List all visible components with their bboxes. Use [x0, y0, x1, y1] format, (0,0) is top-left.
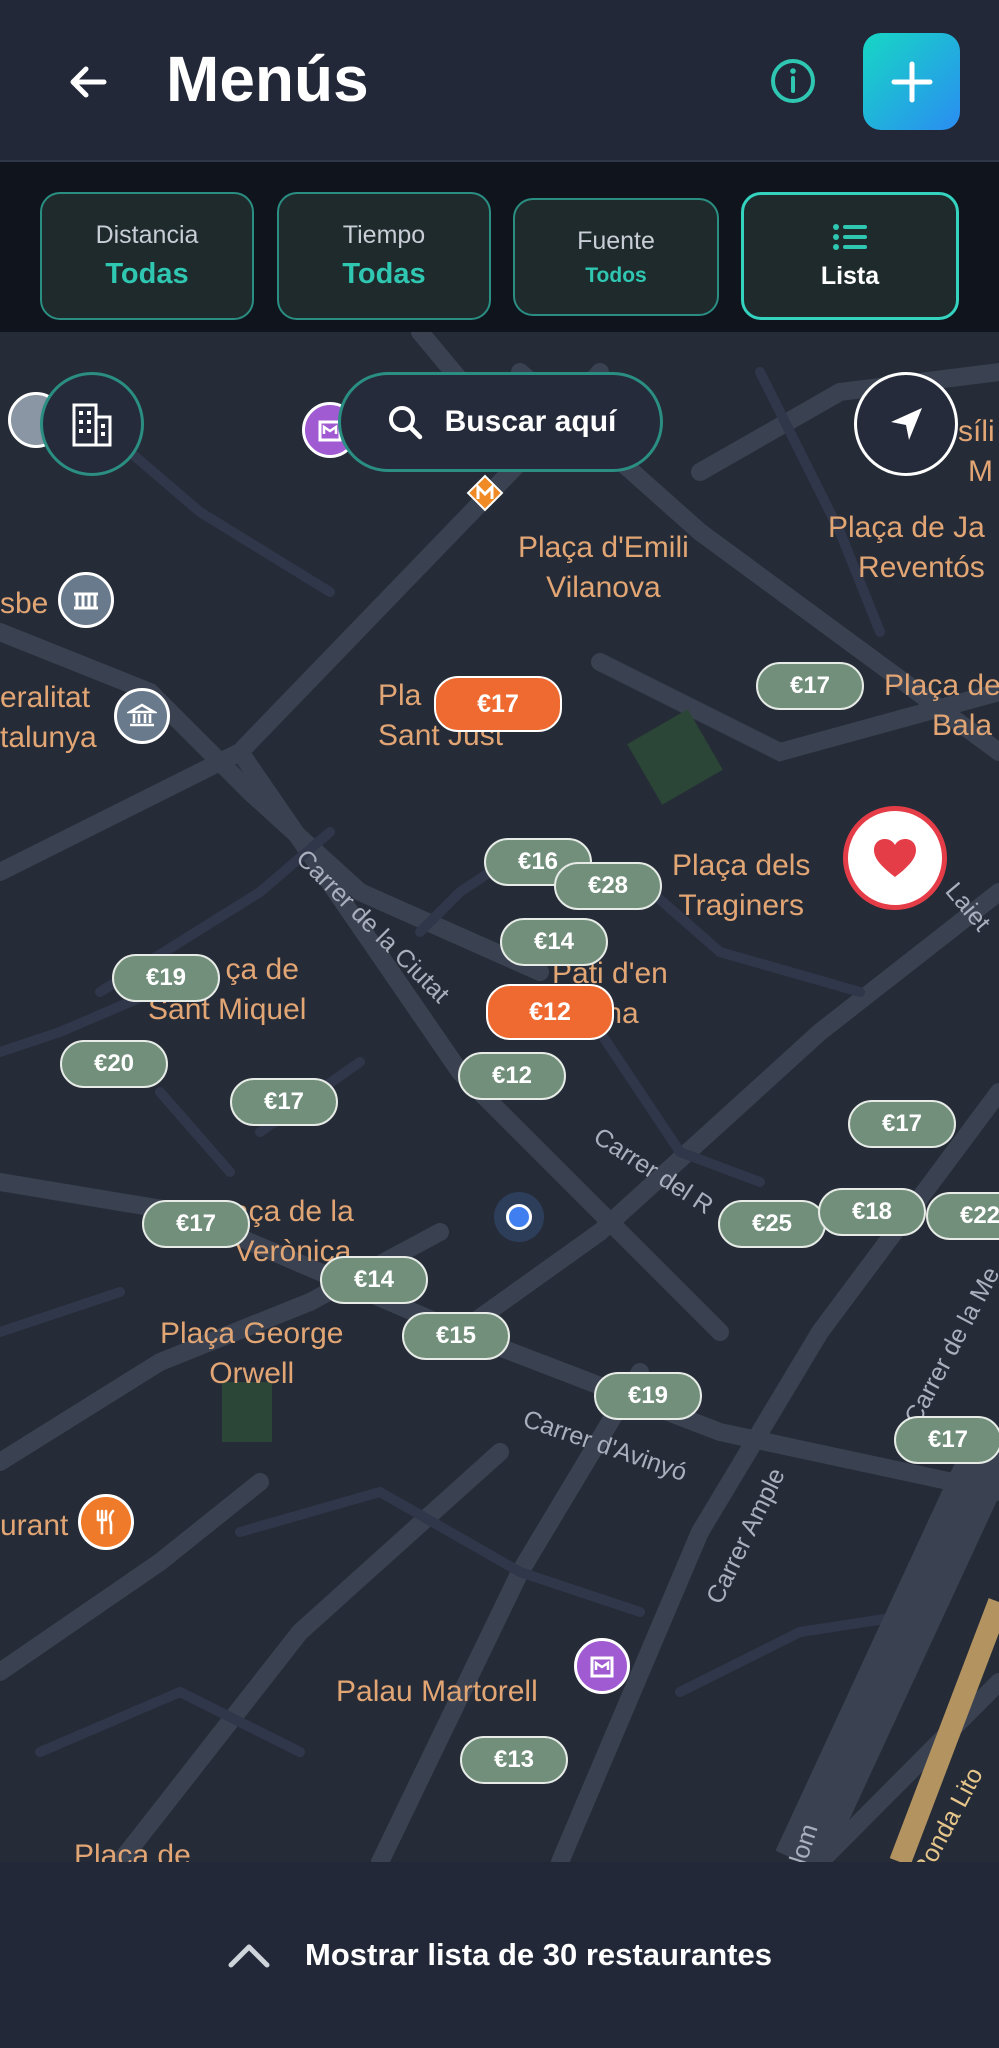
government-poi-icon[interactable] [114, 688, 170, 744]
label-placa-jaume: Plaça de Ja Reventós [828, 511, 985, 584]
filter-distance-value: Todas [105, 258, 189, 290]
label-sbe: sbe [0, 587, 49, 620]
info-icon [771, 59, 815, 103]
filter-time-label: Tiempo [342, 221, 426, 249]
filter-time-value: Todas [342, 258, 426, 290]
restaurant-poi-icon[interactable] [78, 1494, 134, 1550]
price-marker[interactable]: €14 [320, 1256, 428, 1304]
plus-icon [891, 61, 932, 102]
info-button[interactable] [768, 56, 818, 106]
filter-bar: Distancia Todas Tiempo Todas Fuente Todo… [0, 162, 999, 332]
show-list-label: Mostrar lista de 30 restaurantes [305, 1937, 772, 1972]
price-marker[interactable]: €17 [230, 1078, 338, 1126]
price-marker[interactable]: €17 [756, 662, 864, 710]
filter-time[interactable]: Tiempo Todas [277, 192, 491, 320]
filter-distance[interactable]: Distancia Todas [40, 192, 254, 320]
current-location-marker [494, 1192, 544, 1242]
price-marker[interactable]: €17 [142, 1200, 250, 1248]
price-marker-hot[interactable]: €17 [434, 676, 562, 732]
price-marker[interactable]: €20 [60, 1040, 168, 1088]
back-button[interactable] [56, 50, 120, 114]
show-list-bar[interactable]: Mostrar lista de 30 restaurantes [0, 1862, 999, 2048]
label-generalitat: eralitat talunya [0, 681, 97, 754]
label-placa-george-orwell: Plaça George Orwell [160, 1317, 344, 1390]
monument-poi-icon[interactable] [58, 572, 114, 628]
price-marker[interactable]: €19 [112, 954, 220, 1002]
heart-icon [874, 839, 916, 877]
museum-poi-palau-icon[interactable] [574, 1638, 630, 1694]
label-placa-balagueret: Plaça de Bala [884, 669, 999, 742]
building-icon [72, 403, 112, 447]
price-marker[interactable]: €14 [500, 918, 608, 966]
label-placa-emili-vilanova: Plaça d'Emili Vilanova [518, 531, 689, 604]
filter-distance-label: Distancia [95, 221, 199, 249]
price-marker[interactable]: €18 [818, 1188, 926, 1236]
label-palau-martorell: Palau Martorell [336, 1675, 538, 1708]
metro-station-icon[interactable] [466, 474, 504, 512]
chevron-up-icon [228, 1944, 270, 1968]
search-icon [388, 406, 422, 440]
price-marker[interactable]: €28 [554, 862, 662, 910]
price-marker[interactable]: €25 [718, 1200, 826, 1248]
list-view-label: Lista [820, 261, 880, 290]
label-basilica: síli M [958, 415, 995, 488]
locate-me-button[interactable] [854, 372, 958, 476]
list-icon [833, 223, 867, 250]
price-marker[interactable]: €17 [848, 1100, 956, 1148]
price-marker[interactable]: €13 [460, 1736, 568, 1784]
search-here-label: Buscar aquí [444, 405, 617, 438]
map-view[interactable]: Plaça d'Emili Vilanova Plaça de Ja Reventó… [0, 332, 999, 1862]
price-marker[interactable]: €19 [594, 1372, 702, 1420]
price-marker[interactable]: €12 [458, 1052, 566, 1100]
search-here-button[interactable]: Buscar aquí [338, 372, 663, 472]
price-marker-hot[interactable]: €12 [486, 984, 614, 1040]
favorite-button[interactable] [843, 806, 947, 910]
navigation-arrow-icon [891, 408, 922, 440]
add-button[interactable] [863, 33, 960, 130]
price-marker[interactable]: €17 [894, 1416, 999, 1464]
label-placa-traginers: Plaça dels Traginers [672, 849, 811, 922]
map-layers-button[interactable] [40, 372, 144, 476]
label-restaurant: urant [0, 1509, 69, 1542]
filter-source-value: Todos [585, 263, 647, 287]
arrow-left-icon [70, 66, 107, 98]
list-view-button[interactable]: Lista [741, 192, 959, 320]
price-marker[interactable]: €15 [402, 1312, 510, 1360]
app-header: Menús [0, 0, 999, 162]
price-marker[interactable]: €22 [926, 1192, 999, 1240]
filter-source-label: Fuente [577, 226, 655, 255]
filter-source[interactable]: Fuente Todos [513, 198, 719, 316]
label-placa-bottom: Plaça de [74, 1839, 191, 1862]
page-title: Menús [166, 43, 369, 115]
